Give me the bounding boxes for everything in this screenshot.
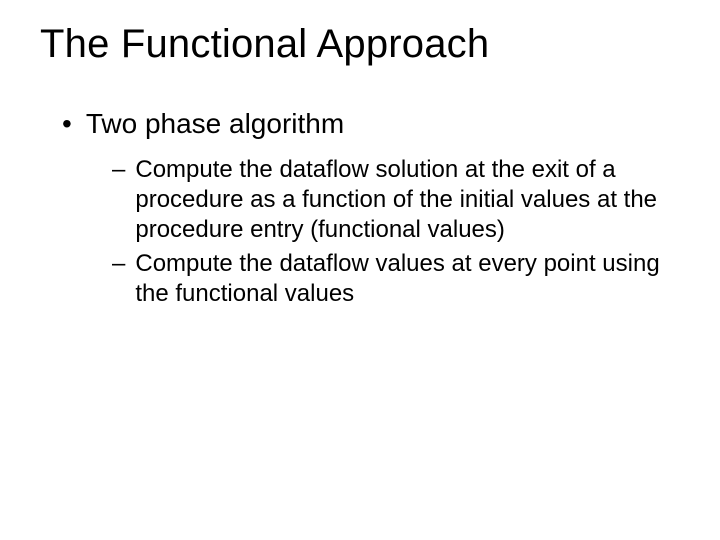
bullet-marker-icon: • bbox=[62, 107, 72, 141]
bullet-level2: – Compute the dataflow solution at the e… bbox=[112, 155, 680, 245]
dash-marker-icon: – bbox=[112, 249, 125, 279]
bullet-level1: • Two phase algorithm bbox=[62, 107, 680, 141]
subbullet-text: Compute the dataflow values at every poi… bbox=[135, 249, 680, 309]
dash-marker-icon: – bbox=[112, 155, 125, 185]
subbullet-text: Compute the dataflow solution at the exi… bbox=[135, 155, 680, 245]
bullet-level2: – Compute the dataflow values at every p… bbox=[112, 249, 680, 309]
bullet-text: Two phase algorithm bbox=[86, 107, 344, 141]
slide-title: The Functional Approach bbox=[40, 22, 680, 67]
